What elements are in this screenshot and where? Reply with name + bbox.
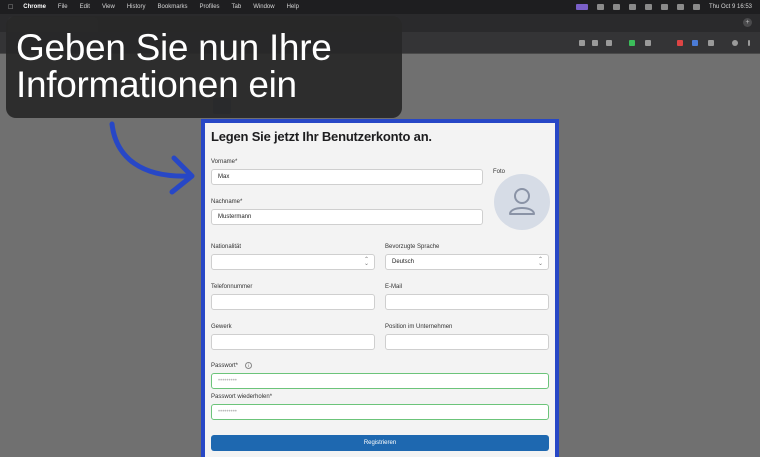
key-icon[interactable] <box>579 40 585 46</box>
macos-menubar:  Chrome File Edit View History Bookmark… <box>0 0 760 14</box>
wifi-icon[interactable] <box>676 4 684 10</box>
form-title: Legen Sie jetzt Ihr Benutzerkonto an. <box>211 129 432 144</box>
sprache-label: Bevorzugte Sprache <box>385 244 440 250</box>
menu-edit[interactable]: Edit <box>80 4 90 10</box>
control-center-icon[interactable] <box>692 4 700 10</box>
passwort-input[interactable]: ••••••••• <box>211 373 549 389</box>
info-icon[interactable]: i <box>245 362 252 369</box>
extension-icon[interactable] <box>629 40 635 46</box>
status-icon[interactable] <box>628 4 636 10</box>
tab-list-button[interactable]: + <box>743 18 752 27</box>
caption-line-1: Geben Sie nun Ihre <box>16 27 332 68</box>
register-button[interactable]: Registrieren <box>211 435 549 451</box>
extension-icon[interactable] <box>677 40 683 46</box>
caption-line-2: Informationen ein <box>16 64 297 105</box>
status-area: Thu Oct 9 16:53 <box>575 0 752 14</box>
menu-history[interactable]: History <box>127 4 146 10</box>
email-input[interactable] <box>385 294 549 310</box>
registration-form-card: Legen Sie jetzt Ihr Benutzerkonto an. Vo… <box>201 119 559 457</box>
passwort-repeat-label: Passwort wiederholen* <box>211 394 273 400</box>
gewerk-label: Gewerk <box>211 324 232 330</box>
select-chevron-icon: ⌃ ⌄ <box>363 257 369 267</box>
puzzle-icon[interactable] <box>708 40 714 46</box>
vorname-label: Vorname* <box>211 159 238 165</box>
menu-file[interactable]: File <box>58 4 68 10</box>
telefon-input[interactable] <box>211 294 375 310</box>
pointer-arrow-icon <box>109 121 195 195</box>
password-mask: ••••••••• <box>218 378 237 384</box>
status-icon[interactable] <box>644 4 652 10</box>
select-chevron-icon: ⌃ ⌄ <box>537 257 543 267</box>
nationalitaet-label: Nationalität <box>211 244 242 250</box>
menu-tab[interactable]: Tab <box>232 4 242 10</box>
menubar-clock[interactable]: Thu Oct 9 16:53 <box>709 4 752 10</box>
menu-profiles[interactable]: Profiles <box>200 4 220 10</box>
cast-icon[interactable] <box>592 40 598 46</box>
sprache-value: Deutsch <box>392 259 415 265</box>
nachname-input[interactable]: Mustermann <box>211 209 483 225</box>
email-label: E-Mail <box>385 284 403 290</box>
menu-window[interactable]: Window <box>253 4 274 10</box>
passwort-label: Passwort* <box>211 363 239 369</box>
password-mask: ••••••••• <box>218 409 237 415</box>
photo-upload[interactable] <box>494 174 550 230</box>
instruction-caption: Geben Sie nun Ihre Informationen ein <box>6 16 402 118</box>
position-input[interactable] <box>385 334 549 350</box>
profile-avatar-icon[interactable] <box>732 40 738 46</box>
download-icon[interactable] <box>606 40 612 46</box>
sprache-select[interactable]: Deutsch ⌃ ⌄ <box>385 254 549 270</box>
telefon-label: Telefonnummer <box>211 284 253 290</box>
extension-icon[interactable] <box>645 40 651 46</box>
status-icon[interactable] <box>612 4 620 10</box>
apple-icon[interactable]:  <box>8 4 13 11</box>
status-icon[interactable] <box>660 4 668 10</box>
gewerk-input[interactable] <box>211 334 375 350</box>
nachname-label: Nachname* <box>211 199 243 205</box>
user-avatar-icon <box>509 188 535 215</box>
extension-icon[interactable] <box>692 40 698 46</box>
menu-chrome[interactable]: Chrome <box>23 4 46 10</box>
nationalitaet-select[interactable]: ⌃ ⌄ <box>211 254 375 270</box>
kebab-menu-icon[interactable] <box>748 40 750 46</box>
status-icon[interactable] <box>596 4 604 10</box>
vorname-input[interactable]: Max <box>211 169 483 185</box>
position-label: Position im Unternehmen <box>385 324 453 330</box>
menu-bookmarks[interactable]: Bookmarks <box>158 4 188 10</box>
menu-help[interactable]: Help <box>287 4 299 10</box>
passwort-repeat-input[interactable]: ••••••••• <box>211 404 549 420</box>
screen-record-icon[interactable] <box>575 4 588 10</box>
menu-view[interactable]: View <box>102 4 115 10</box>
